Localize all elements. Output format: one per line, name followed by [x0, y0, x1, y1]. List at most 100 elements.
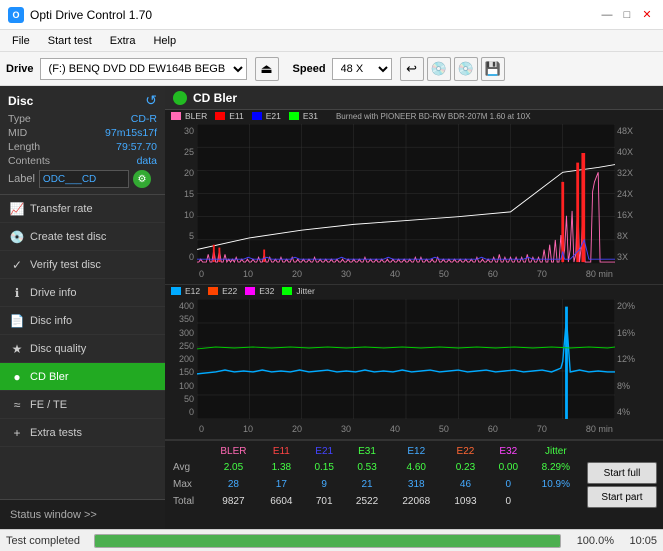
total-e31: 2522 [346, 494, 389, 509]
disc-type-label: Type [8, 113, 31, 125]
sidebar-item-cd-bler[interactable]: ● CD Bler [0, 363, 165, 391]
stats-table: BLER E11 E21 E31 E12 E22 E32 Jitter [165, 443, 663, 511]
col-header-e12: E12 [391, 445, 442, 458]
nav-create-test-disc-label: Create test disc [30, 231, 106, 243]
title-bar: O Opti Drive Control 1.70 — □ ✕ [0, 0, 663, 30]
save-button[interactable]: 💾 [481, 57, 505, 81]
total-label: Total [167, 494, 207, 509]
disc-info-icon: 📄 [10, 314, 24, 328]
col-header-e22: E22 [444, 445, 487, 458]
bottom-chart-panel: E12 E22 E32 Jitter 400 350 300 250 200 1… [165, 285, 663, 440]
app-title: Opti Drive Control 1.70 [30, 8, 152, 22]
top-x-axis: 0 10 20 30 40 50 60 70 80 min [197, 264, 615, 284]
cd-bler-icon: ● [10, 370, 24, 384]
disc-label-settings-button[interactable]: ⚙ [133, 170, 151, 188]
drive-bar: Drive (F:) BENQ DVD DD EW164B BEGB ⏏ Spe… [0, 52, 663, 86]
content-area: CD Bler BLER E11 E21 E31 Burned with PIO… [165, 86, 663, 529]
disc-contents-value: data [137, 155, 157, 167]
total-e11: 6604 [260, 494, 303, 509]
chart-title: CD Bler [193, 91, 237, 105]
fe-te-icon: ≈ [10, 398, 24, 412]
status-window-button[interactable]: Status window >> [0, 499, 165, 529]
col-header-jitter: Jitter [530, 445, 582, 458]
col-header-e31: E31 [346, 445, 389, 458]
legend-e21: E21 [252, 111, 281, 121]
chart-title-icon [173, 91, 187, 105]
disc-icon-1[interactable]: 💿 [427, 57, 451, 81]
sidebar-nav: 📈 Transfer rate 💿 Create test disc ✓ Ver… [0, 195, 165, 499]
status-window-label: Status window >> [10, 509, 97, 521]
avg-e31: 0.53 [346, 460, 389, 475]
menu-start-test[interactable]: Start test [40, 33, 100, 49]
drive-info-icon: ℹ [10, 286, 24, 300]
avg-e22: 0.23 [444, 460, 487, 475]
disc-section: Disc ↺ Type CD-R MID 97m15s17f Length 79… [0, 86, 165, 195]
sidebar-item-fe-te[interactable]: ≈ FE / TE [0, 391, 165, 419]
avg-e12: 4.60 [391, 460, 442, 475]
legend-e12: E12 [171, 286, 200, 296]
start-full-button[interactable]: Start full [587, 462, 657, 484]
drive-label: Drive [6, 63, 34, 75]
menu-extra[interactable]: Extra [102, 33, 144, 49]
progress-bar [94, 534, 561, 548]
test-completed-label: Test completed [6, 535, 86, 547]
avg-e11: 1.38 [260, 460, 303, 475]
max-e12: 318 [391, 477, 442, 492]
legend-e11: E11 [215, 111, 244, 121]
total-e12: 22068 [391, 494, 442, 509]
speed-select[interactable]: 48 X [332, 58, 392, 80]
drive-select[interactable]: (F:) BENQ DVD DD EW164B BEGB [40, 58, 247, 80]
speed-label: Speed [293, 63, 326, 75]
start-part-button[interactable]: Start part [587, 486, 657, 508]
maximize-button[interactable]: □ [619, 7, 635, 23]
disc-refresh-button[interactable]: ↺ [145, 92, 157, 109]
close-button[interactable]: ✕ [639, 7, 655, 23]
verify-test-disc-icon: ✓ [10, 258, 24, 272]
status-bar: Test completed 100.0% 10:05 [0, 529, 663, 551]
top-chart-legend: BLER E11 E21 E31 Burned with PIONEER BD-… [167, 111, 661, 121]
menu-file[interactable]: File [4, 33, 38, 49]
sidebar-item-disc-quality[interactable]: ★ Disc quality [0, 335, 165, 363]
top-chart-area [197, 124, 615, 264]
nav-verify-test-disc-label: Verify test disc [30, 259, 101, 271]
disc-type-value: CD-R [131, 113, 157, 125]
charts-container: BLER E11 E21 E31 Burned with PIONEER BD-… [165, 110, 663, 529]
menu-help[interactable]: Help [145, 33, 184, 49]
nav-disc-quality-label: Disc quality [30, 343, 86, 355]
minimize-button[interactable]: — [599, 7, 615, 23]
refresh-button[interactable]: ↩ [400, 57, 424, 81]
sidebar-item-drive-info[interactable]: ℹ Drive info [0, 279, 165, 307]
disc-length-value: 79:57.70 [116, 141, 157, 153]
app-icon: O [8, 7, 24, 23]
disc-icon-2[interactable]: 💿 [454, 57, 478, 81]
menu-bar: File Start test Extra Help [0, 30, 663, 52]
disc-quality-icon: ★ [10, 342, 24, 356]
nav-disc-info-label: Disc info [30, 315, 72, 327]
avg-jitter: 8.29% [530, 460, 582, 475]
legend-e22: E22 [208, 286, 237, 296]
eject-button[interactable]: ⏏ [255, 57, 279, 81]
disc-title: Disc [8, 94, 33, 108]
total-bler: 9827 [209, 494, 258, 509]
sidebar-item-extra-tests[interactable]: + Extra tests [0, 419, 165, 447]
nav-fe-te-label: FE / TE [30, 399, 67, 411]
sidebar-item-create-test-disc[interactable]: 💿 Create test disc [0, 223, 165, 251]
disc-mid-value: 97m15s17f [105, 127, 157, 139]
total-e32: 0 [489, 494, 528, 509]
sidebar-item-transfer-rate[interactable]: 📈 Transfer rate [0, 195, 165, 223]
disc-length-label: Length [8, 141, 40, 153]
sidebar-item-verify-test-disc[interactable]: ✓ Verify test disc [0, 251, 165, 279]
disc-mid-label: MID [8, 127, 27, 139]
col-header-e21: E21 [305, 445, 344, 458]
progress-percent: 100.0% [569, 535, 614, 547]
disc-label-input[interactable] [39, 170, 129, 188]
legend-e32: E32 [245, 286, 274, 296]
col-header-actions [584, 445, 661, 458]
sidebar-item-disc-info[interactable]: 📄 Disc info [0, 307, 165, 335]
top-y-axis: 30 25 20 15 10 5 0 [165, 124, 197, 264]
col-header-bler: BLER [209, 445, 258, 458]
total-e22: 1093 [444, 494, 487, 509]
nav-extra-tests-label: Extra tests [30, 427, 82, 439]
total-jitter [530, 494, 582, 509]
legend-jitter: Jitter [282, 286, 314, 296]
